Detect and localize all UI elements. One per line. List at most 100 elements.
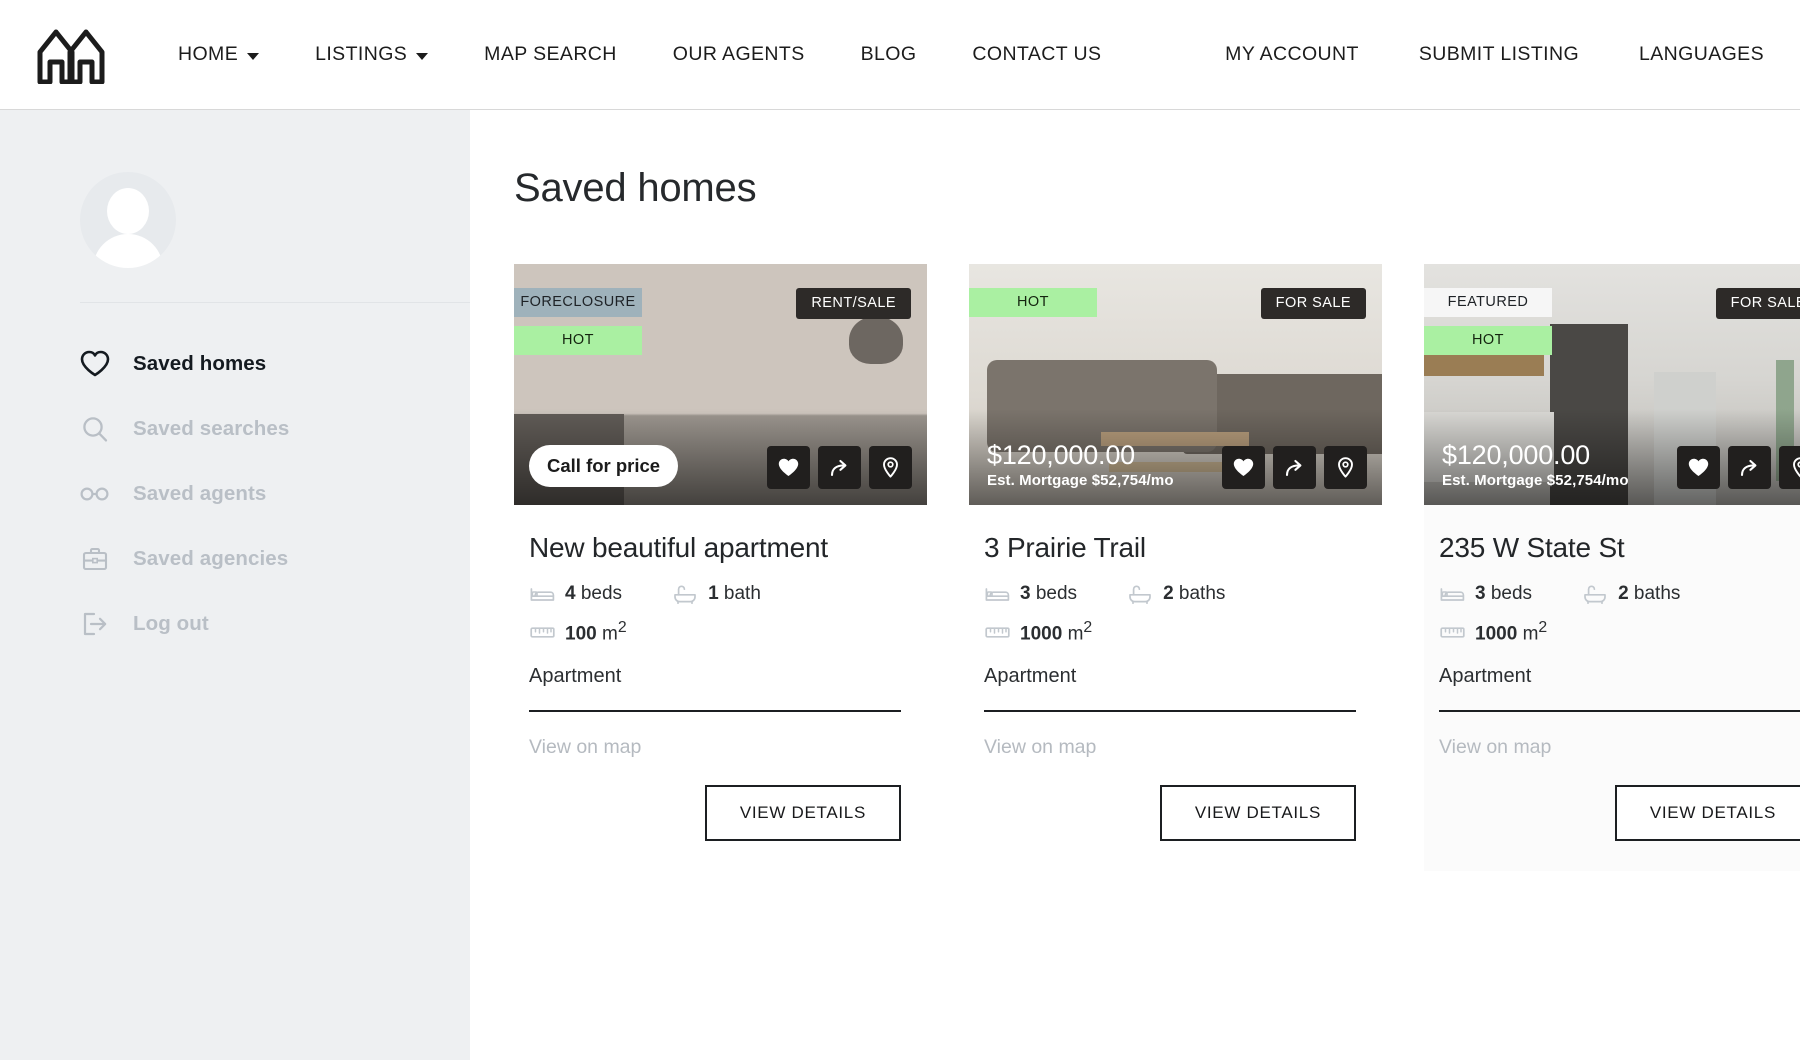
beds-feature: 4 beds (529, 583, 622, 605)
bed-icon (984, 584, 1010, 604)
nav-item-contact-us[interactable]: CONTACT US (972, 35, 1101, 74)
nav-item-listings[interactable]: LISTINGS (315, 35, 429, 74)
sidebar-item-label: Saved searches (133, 416, 290, 440)
property-card-body: New beautiful apartment 4 beds 1 bath 10… (514, 505, 927, 710)
property-image[interactable]: HOT FOR SALE $120,000.00 Est. Mortgage $… (969, 264, 1382, 505)
baths-feature: 2 baths (1127, 583, 1225, 605)
area-exponent: 2 (1538, 619, 1548, 637)
nav-item-languages[interactable]: LANGUAGES (1639, 35, 1764, 74)
map-pin-button[interactable] (1779, 446, 1800, 489)
nav-item-home[interactable]: HOME (178, 35, 260, 74)
house-logo-icon[interactable] (34, 24, 112, 86)
property-price: $120,000.00 (987, 439, 1135, 470)
baths-feature: 1 bath (672, 583, 761, 605)
avatar-container (0, 172, 470, 268)
nav-item-submit-listing[interactable]: SUBMIT LISTING (1419, 35, 1579, 74)
beds-value: 4 (565, 583, 576, 605)
area-feature: 100 m2 (529, 619, 627, 645)
nav-item-submit-listing-label: SUBMIT LISTING (1418, 43, 1580, 65)
sidebar-item-saved-agencies[interactable]: Saved agencies (80, 526, 470, 591)
favorite-heart-button[interactable] (1677, 446, 1720, 489)
top-navigation-bar: HOME LISTINGS MAP SEARCH OUR AGENTS BLOG… (0, 0, 1800, 110)
view-on-map-link[interactable]: View on map (1439, 736, 1551, 759)
price-block: $120,000.00 Est. Mortgage $52,754/mo (1442, 440, 1629, 489)
chevron-down-icon (416, 53, 429, 60)
nav-item-map-search[interactable]: MAP SEARCH (484, 35, 617, 74)
avatar-head-shape (107, 188, 149, 234)
property-card-footer: View on map VIEW DETAILS (1424, 712, 1800, 871)
status-badge-foreclosure: FORECLOSURE (514, 288, 642, 317)
sidebar-item-label: Saved agencies (133, 546, 289, 570)
nav-item-my-account[interactable]: MY ACCOUNT (1225, 35, 1359, 74)
property-features: 3 beds 2 baths 1000 m2 (1439, 583, 1800, 645)
area-value: 1000 (1020, 623, 1063, 645)
property-card: FORECLOSURE HOT RENT/SALE Call for price (514, 264, 927, 872)
sidebar-item-log-out[interactable]: Log out (80, 591, 470, 656)
baths-label: baths (1178, 583, 1226, 605)
property-features: 4 beds 1 bath 100 m2 (529, 583, 901, 645)
logout-icon (80, 609, 110, 639)
status-badge-featured: FEATURED (1424, 288, 1552, 317)
property-card-footer: View on map VIEW DETAILS (969, 712, 1382, 871)
beds-label: beds (580, 583, 623, 605)
area-exponent: 2 (617, 619, 627, 637)
property-type: Apartment (529, 665, 622, 688)
area-value: 1000 (1475, 623, 1518, 645)
property-features: 3 beds 2 baths 1000 m2 (984, 583, 1356, 645)
status-badge-listing-type: FOR SALE (1715, 288, 1800, 319)
area-label: m (601, 623, 618, 645)
area-exponent: 2 (1083, 619, 1093, 637)
sidebar-item-saved-searches[interactable]: Saved searches (80, 396, 470, 461)
status-badge-listing-type: FOR SALE (1260, 288, 1366, 319)
image-action-buttons (1222, 446, 1367, 489)
property-title[interactable]: 3 Prairie Trail (984, 531, 1356, 565)
property-title[interactable]: 235 W State St (1439, 531, 1800, 565)
sidebar-item-saved-homes[interactable]: Saved homes (80, 331, 470, 396)
feature-row: 1000 m2 (984, 619, 1356, 645)
bed-icon (1439, 584, 1465, 604)
account-sidebar: Saved homes Saved searches Saved agents … (0, 110, 475, 1060)
status-badge-hot: HOT (969, 288, 1097, 317)
property-card-body: 235 W State St 3 beds 2 baths 1000 m2 Ap… (1424, 505, 1800, 710)
sidebar-item-label: Log out (133, 611, 209, 635)
nav-item-blog-label: BLOG (860, 43, 917, 65)
property-image[interactable]: FEATURED HOT FOR SALE $120,000.00 Est. M… (1424, 264, 1800, 505)
favorite-heart-button[interactable] (1222, 446, 1265, 489)
ruler-icon (984, 622, 1010, 642)
nav-item-blog[interactable]: BLOG (861, 35, 917, 74)
feature-row: 3 beds 2 baths (1439, 583, 1800, 605)
nav-item-listings-label: LISTINGS (315, 43, 408, 65)
favorite-heart-button[interactable] (767, 446, 810, 489)
property-title[interactable]: New beautiful apartment (529, 531, 901, 565)
view-details-button[interactable]: VIEW DETAILS (1159, 785, 1356, 842)
nav-item-our-agents-label: OUR AGENTS (672, 43, 805, 65)
map-pin-button[interactable] (1324, 446, 1367, 489)
primary-nav: HOME LISTINGS MAP SEARCH OUR AGENTS BLOG… (178, 35, 1157, 74)
share-button[interactable] (1728, 446, 1771, 489)
view-details-button[interactable]: VIEW DETAILS (1614, 785, 1800, 842)
bath-icon (1127, 584, 1153, 604)
feature-row: 3 beds 2 baths (984, 583, 1356, 605)
page-body: Saved homes Saved searches Saved agents … (0, 110, 1800, 1060)
sidebar-item-saved-agents[interactable]: Saved agents (80, 461, 470, 526)
area-label: m (1067, 623, 1084, 645)
map-pin-button[interactable] (869, 446, 912, 489)
feature-row: 1000 m2 (1439, 619, 1800, 645)
glasses-icon (80, 479, 110, 509)
status-badge-hot: HOT (1424, 326, 1552, 355)
view-details-button[interactable]: VIEW DETAILS (704, 785, 901, 842)
secondary-nav: MY ACCOUNT SUBMIT LISTING LANGUAGES (1165, 35, 1764, 74)
price-block: $120,000.00 Est. Mortgage $52,754/mo (987, 439, 1174, 489)
share-button[interactable] (818, 446, 861, 489)
property-card-footer: View on map VIEW DETAILS (514, 712, 927, 871)
nav-item-our-agents[interactable]: OUR AGENTS (673, 35, 805, 74)
beds-value: 3 (1020, 583, 1031, 605)
estimated-mortgage: Est. Mortgage $52,754/mo (987, 472, 1174, 489)
status-badge-hot: HOT (514, 326, 642, 355)
share-button[interactable] (1273, 446, 1316, 489)
view-on-map-link[interactable]: View on map (529, 736, 641, 759)
property-image[interactable]: FORECLOSURE HOT RENT/SALE Call for price (514, 264, 927, 505)
beds-feature: 3 beds (1439, 583, 1532, 605)
view-on-map-link[interactable]: View on map (984, 736, 1096, 759)
nav-item-languages-label: LANGUAGES (1639, 43, 1764, 65)
